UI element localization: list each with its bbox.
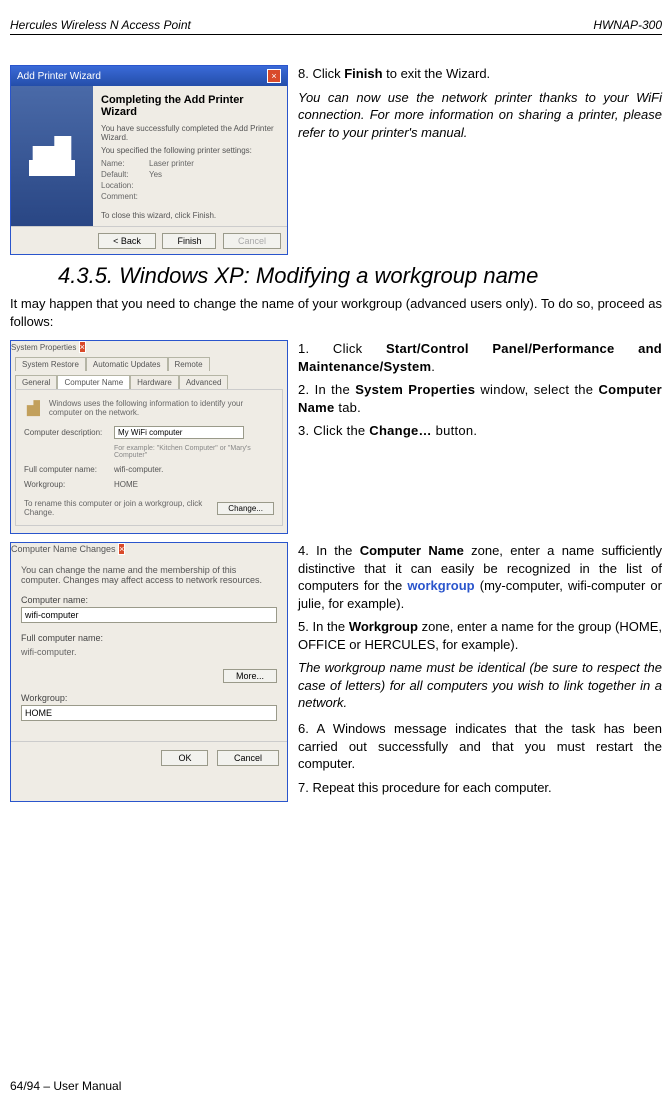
add-printer-wizard-window: Add Printer Wizard × Completing the Add … [10,65,288,255]
more-button[interactable]: More... [223,669,277,683]
sysprop-titlebar: System Properties × [11,341,287,353]
workgroup-note: The workgroup name must be identical (be… [298,659,662,712]
kv-comment-value [149,192,279,201]
screenshot-computer-name-changes: Computer Name Changes × You can change t… [10,542,288,802]
close-icon[interactable]: × [267,69,281,83]
tab-remote[interactable]: Remote [168,357,210,371]
block-wizard: Add Printer Wizard × Completing the Add … [10,65,662,255]
fullname-label: Full computer name: [21,633,277,643]
system-properties-window: System Properties × System Restore Autom… [10,340,288,534]
wizard-settings-intro: You specified the following printer sett… [101,146,279,155]
computer-icon [24,398,43,418]
change-text: To rename this computer or join a workgr… [24,499,217,517]
wizard-title: Add Printer Wizard [17,71,101,82]
full-label: Full computer name: [24,465,114,474]
wizard-intro: You have successfully completed the Add … [101,124,279,142]
printer-icon [29,136,75,176]
header-left: Hercules Wireless N Access Point [10,18,191,32]
block1-note: You can now use the network printer than… [298,89,662,142]
step-3: 3. Click the Change… button. [298,422,662,440]
tab-system-restore[interactable]: System Restore [15,357,86,371]
wizard-close-text: To close this wizard, click Finish. [101,211,279,220]
step-4: 4. In the Computer Name zone, enter a na… [298,542,662,612]
wizard-titlebar: Add Printer Wizard × [11,66,287,86]
full-value: wifi-computer. [114,465,274,474]
namechg-intro: You can change the name and the membersh… [21,565,277,585]
namechg-title: Computer Name Changes [11,544,116,554]
kv-location-label: Location: [101,181,149,190]
block-namechange: Computer Name Changes × You can change t… [10,542,662,802]
computer-name-changes-window: Computer Name Changes × You can change t… [10,542,288,802]
step-6: 6. A Windows message indicates that the … [298,720,662,773]
tab-advanced[interactable]: Advanced [179,375,229,389]
sysprop-info: Windows uses the following information t… [49,399,274,417]
page-footer: 64/94 – User Manual [10,1079,121,1093]
kv-default-label: Default: [101,170,149,179]
screenshot-system-properties: System Properties × System Restore Autom… [10,340,288,534]
kv-comment-label: Comment: [101,192,149,201]
step-7: 7. Repeat this procedure for each comput… [298,779,662,797]
cancel-button[interactable]: Cancel [223,233,281,249]
ok-button[interactable]: OK [161,750,208,766]
cancel-button[interactable]: Cancel [217,750,279,766]
tab-computer-name[interactable]: Computer Name [57,375,130,389]
desc-input[interactable] [114,426,244,439]
block1-text: 8. Click Finish to exit the Wizard. You … [298,65,662,147]
fullname-value: wifi-computer. [21,645,277,659]
header-right: HWNAP-300 [593,18,662,32]
finish-button[interactable]: Finish [162,233,216,249]
back-button[interactable]: < Back [98,233,156,249]
sysprop-title: System Properties [11,343,76,352]
desc-label: Computer description: [24,428,114,437]
step-2: 2. In the System Properties window, sele… [298,381,662,416]
workgroup-label: Workgroup: [21,693,277,703]
namechg-titlebar: Computer Name Changes × [11,543,287,555]
step-5: 5. In the Workgroup zone, enter a name f… [298,618,662,653]
wg-label: Workgroup: [24,480,114,489]
workgroup-input[interactable] [21,705,277,721]
wizard-buttons: < Back Finish Cancel [11,226,287,255]
section-intro: It may happen that you need to change th… [10,295,662,330]
step-1: 1. Click Start/Control Panel/Performance… [298,340,662,375]
workgroup-link[interactable]: workgroup [407,578,474,593]
wizard-heading: Completing the Add Printer Wizard [101,94,279,118]
page-header: Hercules Wireless N Access Point HWNAP-3… [10,18,662,35]
cname-input[interactable] [21,607,277,623]
close-icon[interactable]: × [118,543,125,555]
desc-hint: For example: "Kitchen Computer" or "Mary… [114,445,274,459]
wg-value: HOME [114,480,274,489]
kv-location-value [149,181,279,190]
kv-name-value: Laser printer [149,159,279,168]
step-8: 8. Click Finish to exit the Wizard. [298,65,662,83]
wizard-sidebar [11,86,93,226]
change-button[interactable]: Change... [217,502,274,515]
screenshot-add-printer-wizard: Add Printer Wizard × Completing the Add … [10,65,288,255]
kv-default-value: Yes [149,170,279,179]
steps-1-3: 1. Click Start/Control Panel/Performance… [298,340,662,446]
cname-label: Computer name: [21,595,277,605]
tab-automatic-updates[interactable]: Automatic Updates [86,357,168,371]
section-heading: 4.3.5. Windows XP: Modifying a workgroup… [58,263,662,289]
tab-hardware[interactable]: Hardware [130,375,179,389]
close-icon[interactable]: × [79,341,86,353]
block-sysprop: System Properties × System Restore Autom… [10,340,662,534]
steps-4-7: 4. In the Computer Name zone, enter a na… [298,542,662,802]
tab-general[interactable]: General [15,375,57,389]
kv-name-label: Name: [101,159,149,168]
